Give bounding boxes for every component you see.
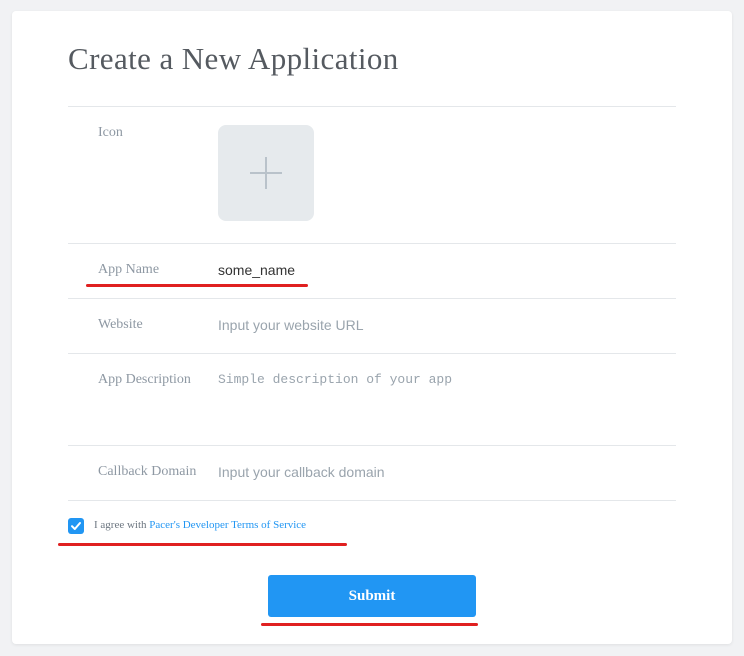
divider [68, 445, 676, 446]
website-input[interactable] [218, 317, 658, 333]
divider [68, 298, 676, 299]
annotation-underline-app-name [86, 284, 308, 287]
app-description-input[interactable] [218, 372, 658, 432]
divider [68, 500, 676, 501]
terms-agreement-text: I agree with Pacer's Developer Terms of … [94, 519, 306, 531]
terms-checkbox[interactable] [68, 518, 84, 534]
app-name-label: App Name [98, 262, 160, 277]
divider [68, 243, 676, 244]
annotation-underline-terms [58, 543, 347, 546]
annotation-underline-submit [261, 623, 478, 626]
icon-label: Icon [98, 125, 123, 140]
submit-button[interactable]: Submit [268, 575, 476, 617]
callback-domain-input[interactable] [218, 464, 658, 480]
app-name-input[interactable] [218, 262, 658, 278]
callback-domain-label: Callback Domain [98, 464, 197, 479]
icon-upload-button[interactable] [218, 125, 314, 221]
divider [68, 106, 676, 107]
website-label: Website [98, 317, 143, 332]
terms-of-service-link[interactable]: Pacer's Developer Terms of Service [149, 519, 306, 531]
page-title: Create a New Application [68, 41, 399, 76]
create-app-card: Create a New Application Icon App Name W… [12, 11, 732, 644]
terms-prefix: I agree with [94, 519, 150, 531]
checkmark-icon [71, 522, 81, 530]
divider [68, 353, 676, 354]
app-description-label: App Description [98, 372, 191, 387]
